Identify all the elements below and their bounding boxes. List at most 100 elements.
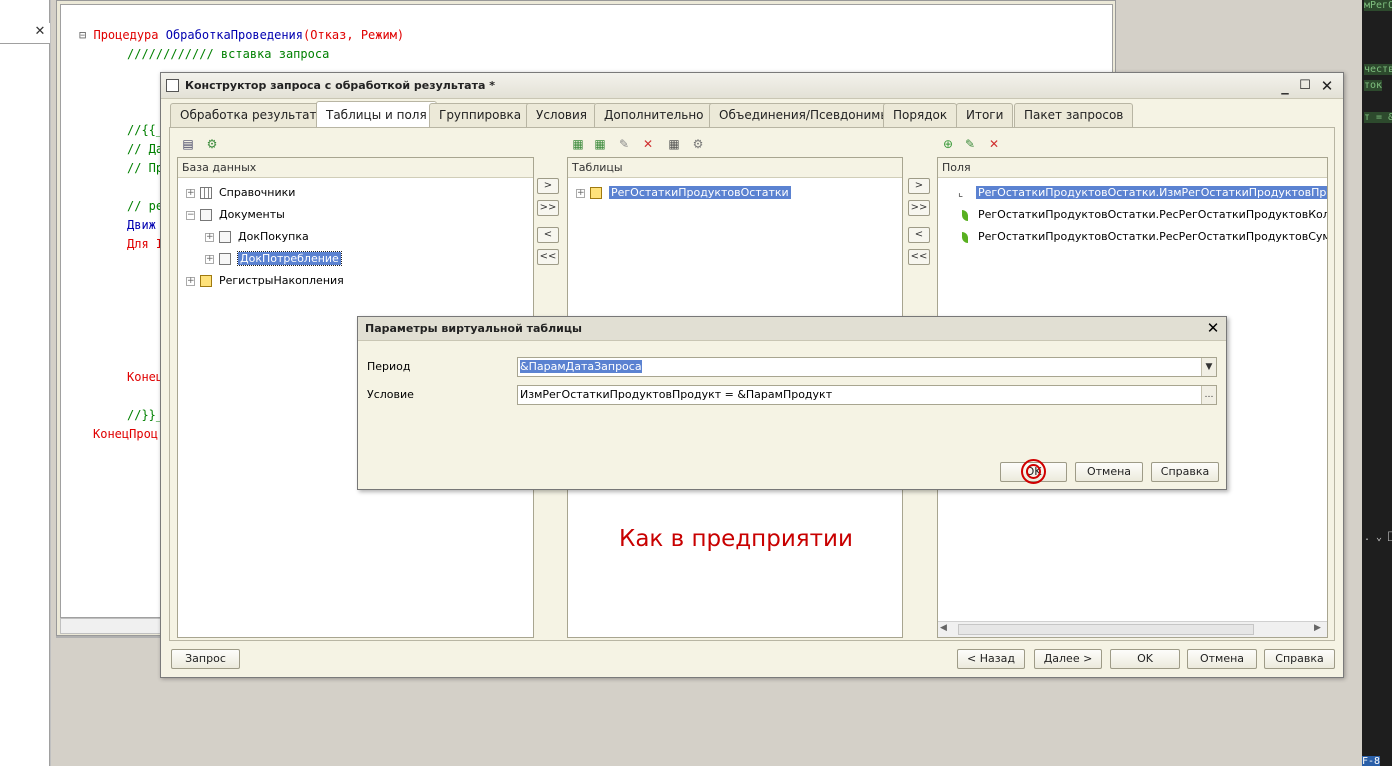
condition-field[interactable]: ИзмРегОстаткиПродуктовПродукт = &ПарамПр… bbox=[517, 385, 1217, 405]
list-icon[interactable]: ▤ bbox=[181, 137, 195, 151]
expand-icon[interactable]: + bbox=[205, 232, 214, 242]
close-icon[interactable]: ✕ bbox=[1204, 319, 1222, 337]
scroll-left-icon[interactable]: ◀ bbox=[940, 623, 947, 633]
delete-icon[interactable]: ✕ bbox=[641, 137, 655, 151]
move-right-button[interactable]: > bbox=[537, 178, 559, 194]
period-label: Период bbox=[367, 360, 411, 373]
tab-conditions[interactable]: Условия bbox=[526, 103, 598, 127]
collapse-icon[interactable]: − bbox=[186, 210, 195, 220]
tables-header: Таблицы bbox=[568, 158, 902, 178]
add-nested-table-icon[interactable]: ▦ bbox=[593, 137, 607, 151]
dialog-titlebar[interactable]: Конструктор запроса с обработкой результ… bbox=[161, 73, 1343, 99]
maximize-icon[interactable]: ☐ bbox=[1295, 76, 1315, 96]
cancel-button[interactable]: Отмена bbox=[1187, 649, 1257, 669]
tab-totals[interactable]: Итоги bbox=[956, 103, 1014, 127]
add-table-icon[interactable]: ▦ bbox=[571, 137, 585, 151]
field-item[interactable]: РегОстаткиПродуктовОстатки.РесРегОстатки… bbox=[958, 205, 1328, 225]
dark-text: ток bbox=[1364, 80, 1383, 91]
dropdown-icon[interactable]: ▼ bbox=[1201, 358, 1216, 376]
period-value: &ПарамДатаЗапроса bbox=[520, 360, 642, 373]
replace-table-icon[interactable]: ▦ bbox=[667, 137, 681, 151]
tab-grouping[interactable]: Группировка bbox=[429, 103, 532, 127]
move-left-button[interactable]: < bbox=[537, 227, 559, 243]
expand-icon[interactable]: + bbox=[186, 188, 195, 198]
tree-item-label: Справочники bbox=[219, 186, 296, 199]
tab-order[interactable]: Порядок bbox=[883, 103, 958, 127]
move-all-right-button[interactable]: >> bbox=[908, 200, 930, 216]
register-icon bbox=[590, 187, 602, 199]
minimize-icon[interactable]: _ bbox=[1275, 76, 1295, 96]
move-all-left-button[interactable]: << bbox=[537, 249, 559, 265]
query-icon[interactable]: ⚙ bbox=[205, 137, 219, 151]
tab-unions-aliases[interactable]: Объединения/Псевдонимы bbox=[709, 103, 900, 127]
tab-tables-fields[interactable]: Таблицы и поля bbox=[316, 101, 437, 128]
code-line: //{{_ bbox=[127, 123, 164, 137]
move-all-right-button[interactable]: >> bbox=[537, 200, 559, 216]
help-button[interactable]: Справка bbox=[1151, 462, 1219, 482]
close-icon[interactable]: ✕ bbox=[1317, 76, 1337, 96]
fields-scrollbar[interactable]: ◀ ▶ bbox=[938, 621, 1327, 637]
subdialog-titlebar[interactable]: Параметры виртуальной таблицы ✕ bbox=[358, 317, 1226, 341]
move-left-button[interactable]: < bbox=[908, 227, 930, 243]
virtual-table-params-dialog: Параметры виртуальной таблицы ✕ Период &… bbox=[357, 316, 1227, 490]
field-item-label: РегОстаткиПродуктовОстатки.ИзмРегОстатки… bbox=[976, 186, 1327, 199]
expand-icon[interactable]: + bbox=[186, 276, 195, 286]
code-line: КонецПроц bbox=[93, 427, 159, 441]
edit-icon[interactable]: ✎ bbox=[617, 137, 631, 151]
tab-additional[interactable]: Дополнительно bbox=[594, 103, 714, 127]
tree-item-label: РегистрыНакопления bbox=[219, 274, 344, 287]
back-button[interactable]: < Назад bbox=[957, 649, 1025, 669]
catalog-icon bbox=[200, 187, 212, 199]
field-item-label: РегОстаткиПродуктовОстатки.РесРегОстатки… bbox=[978, 230, 1328, 243]
table-item-label: РегОстаткиПродуктовОстатки bbox=[609, 186, 791, 199]
code-line: // Пр bbox=[127, 161, 164, 175]
field-item[interactable]: ⌞ РегОстаткиПродуктовОстатки.ИзмРегОстатк… bbox=[958, 183, 1327, 203]
period-field[interactable]: &ПарамДатаЗапроса ▼ bbox=[517, 357, 1217, 377]
tree-item-purchase[interactable]: + ДокПокупка bbox=[205, 227, 309, 247]
edit-field-icon[interactable]: ✎ bbox=[963, 137, 977, 151]
table-item[interactable]: + РегОстаткиПродуктовОстатки bbox=[576, 183, 791, 203]
code-line: ⊟ Процедура ОбработкаПроведения(Отказ, Р… bbox=[79, 28, 405, 42]
fields-header: Поля bbox=[938, 158, 1327, 178]
tree-item-catalogs[interactable]: + Справочники bbox=[186, 183, 295, 203]
tree-item-label: ДокПокупка bbox=[238, 230, 309, 243]
field-item[interactable]: РегОстаткиПродуктовОстатки.РесРегОстатки… bbox=[958, 227, 1328, 247]
delete-icon[interactable]: ✕ bbox=[987, 137, 1001, 151]
tree-item-registers[interactable]: + РегистрыНакопления bbox=[186, 271, 344, 291]
close-icon[interactable]: ✕ bbox=[33, 25, 47, 39]
tree-item-label: Документы bbox=[219, 208, 285, 221]
ellipsis-icon[interactable]: … bbox=[1201, 386, 1216, 404]
code-line: //////////// вставка запроса bbox=[127, 47, 330, 61]
scrollbar-thumb[interactable] bbox=[958, 624, 1254, 635]
query-button[interactable]: Запрос bbox=[171, 649, 240, 669]
document-icon bbox=[219, 253, 231, 265]
field-item-label: РегОстаткиПродуктовОстатки.РесРегОстатки… bbox=[978, 208, 1328, 221]
ok-button[interactable]: OK bbox=[1110, 649, 1180, 669]
settings-icon[interactable]: ⚙ bbox=[691, 137, 705, 151]
tab-batch[interactable]: Пакет запросов bbox=[1014, 103, 1134, 127]
move-all-left-button[interactable]: << bbox=[908, 249, 930, 265]
left-panel bbox=[0, 0, 50, 766]
next-button[interactable]: Далее > bbox=[1034, 649, 1102, 669]
dark-text: т = & bbox=[1364, 112, 1392, 123]
tree-item-label: ДокПотребление bbox=[237, 251, 342, 266]
code-line: // Да bbox=[127, 142, 164, 156]
dark-text: честв bbox=[1364, 64, 1392, 75]
add-field-icon[interactable]: ⊕ bbox=[941, 137, 955, 151]
move-right-button[interactable]: > bbox=[908, 178, 930, 194]
cancel-button[interactable]: Отмена bbox=[1075, 462, 1143, 482]
scroll-right-icon[interactable]: ▶ bbox=[1314, 623, 1321, 633]
tree-item-documents[interactable]: − Документы bbox=[186, 205, 285, 225]
help-button[interactable]: Справка bbox=[1264, 649, 1335, 669]
expand-icon[interactable]: + bbox=[205, 254, 214, 264]
dark-text: F-8 bbox=[1362, 756, 1381, 766]
tab-processing[interactable]: Обработка результата bbox=[170, 103, 334, 127]
code-line: //}}_ bbox=[127, 408, 164, 422]
collapse-icon[interactable]: ⊟ bbox=[79, 28, 86, 42]
app-icon bbox=[166, 79, 179, 92]
database-header: База данных bbox=[178, 158, 533, 178]
resource-icon bbox=[962, 231, 968, 243]
tree-item-consumption[interactable]: + ДокПотребление bbox=[205, 249, 342, 269]
expand-icon[interactable]: + bbox=[576, 188, 585, 198]
dark-text: мРегО bbox=[1364, 0, 1392, 11]
